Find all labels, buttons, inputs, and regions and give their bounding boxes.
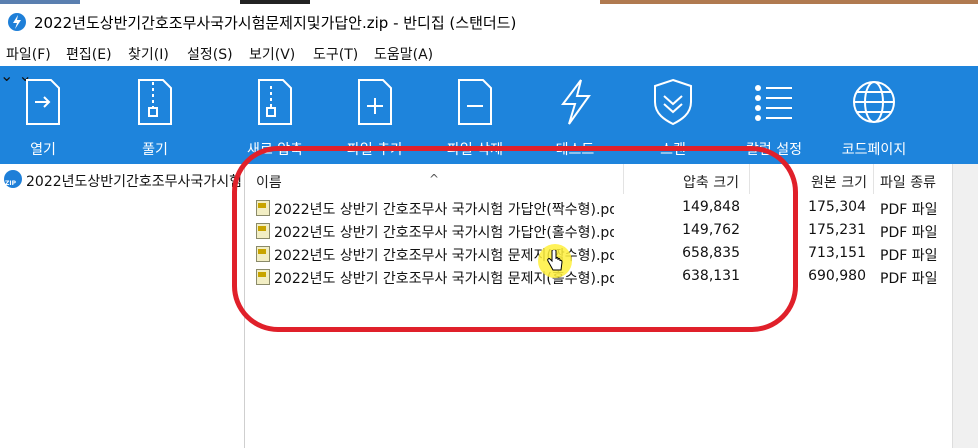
column-original-label: 원본 크기 (811, 175, 867, 191)
add-file-icon (358, 79, 392, 125)
file-type: PDF 파일 (880, 248, 938, 264)
red-annotation-circle (232, 146, 798, 332)
delete-file-icon (458, 79, 492, 125)
menu-view[interactable]: 보기(V) (249, 44, 295, 64)
test-icon (561, 79, 591, 125)
menu-file[interactable]: 파일(F) (6, 44, 51, 64)
window-title: 2022년도상반기간호조무사국가시험문제지및가답안.zip - 반디집 (스탠더… (34, 14, 517, 32)
menu-find[interactable]: 찾기(I) (128, 44, 169, 64)
file-type: PDF 파일 (880, 202, 938, 218)
column-settings-icon (755, 85, 792, 121)
new-archive-icon (258, 79, 292, 125)
column-type-label: 파일 종류 (880, 175, 936, 191)
file-type: PDF 파일 (880, 225, 938, 241)
hand-cursor-icon (538, 244, 572, 278)
menu-settings[interactable]: 설정(S) (187, 44, 233, 64)
title-bar: 2022년도상반기간호조무사국가시험문제지및가답안.zip - 반디집 (스탠더… (0, 4, 978, 38)
zip-icon: ZIP (4, 170, 22, 188)
extract-icon (138, 79, 172, 125)
bandizip-logo-icon (8, 13, 26, 31)
extract-button[interactable]: 풀기 (112, 66, 198, 164)
menu-edit[interactable]: 편집(E) (66, 44, 112, 64)
open-label: 열기 (30, 142, 56, 158)
folder-tree: ZIP 2022년도상반기간호조무사국가시험문제지및가답안 (0, 164, 245, 448)
menu-help[interactable]: 도움말(A) (374, 44, 433, 64)
menu-bar: 파일(F) 편집(E) 찾기(I) 설정(S) 보기(V) 도구(T) 도움말(… (0, 40, 978, 66)
open-icon (26, 79, 60, 125)
codepage-icon (853, 81, 895, 123)
scan-icon (654, 78, 692, 126)
codepage-button[interactable]: 코드페이지 (828, 66, 920, 164)
vertical-scrollbar[interactable] (952, 164, 978, 448)
extract-label: 풀기 (142, 142, 168, 158)
tree-root-item[interactable]: ZIP 2022년도상반기간호조무사국가시험문제지및가답안 (4, 168, 242, 192)
open-button[interactable]: 열기 (0, 66, 86, 164)
column-header-type[interactable]: 파일 종류 (874, 164, 952, 194)
menu-tools[interactable]: 도구(T) (313, 44, 358, 64)
file-type: PDF 파일 (880, 271, 938, 287)
codepage-label: 코드페이지 (841, 142, 907, 158)
tree-root-label: 2022년도상반기간호조무사국가시험문제지및가답안 (26, 174, 242, 190)
